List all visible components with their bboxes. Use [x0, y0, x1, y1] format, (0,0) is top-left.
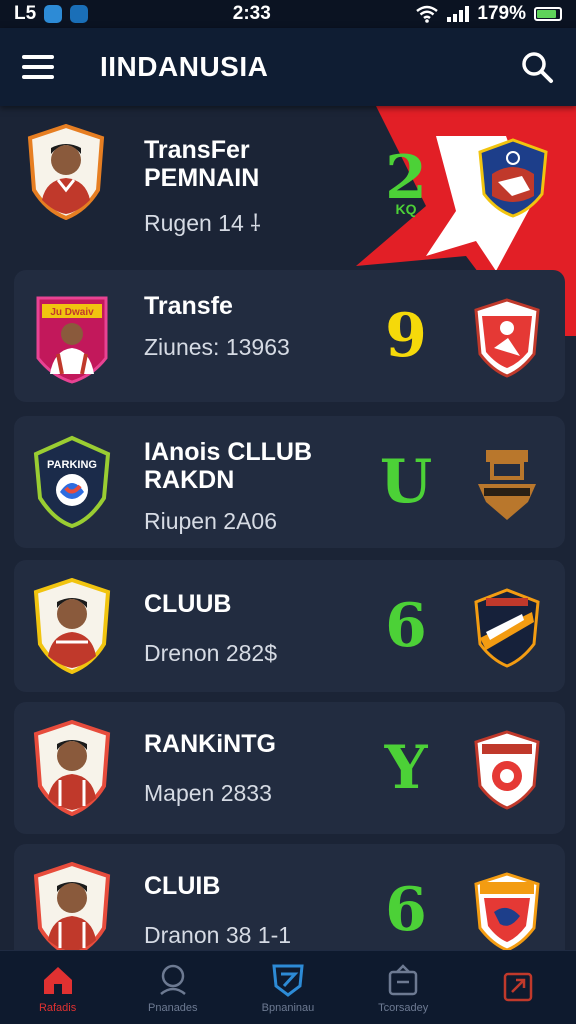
notification-app-icon: [44, 5, 63, 23]
card-meta: Mapen 2833: [144, 780, 272, 806]
nav-label: Pnanades: [148, 1001, 198, 1014]
status-bar: L5 2:33 179%: [0, 0, 576, 28]
club-crest-icon[interactable]: [472, 444, 542, 524]
player-avatar: [33, 720, 111, 816]
card-title: CLUIB: [144, 872, 221, 900]
card-title: TransFer PEMNAIN: [144, 136, 260, 192]
card-meta: Riupen 2A06: [144, 508, 277, 534]
rank-number: 2 KQ: [376, 146, 436, 216]
battery-icon: [533, 7, 562, 21]
card-texts: CLUUB Drenon 282$: [144, 590, 364, 667]
card-texts: CLUIB Dranon 38 1-1: [144, 872, 364, 949]
card-meta: Dranon 38 1-1: [144, 922, 292, 948]
rank-number: U: [379, 447, 433, 517]
rank-number: Y: [384, 733, 428, 803]
club-shield-icon: [272, 964, 304, 997]
ranking-list[interactable]: TransFer PEMNAIN Rugen 14 ⸸ 2 KQ Ju Dwai…: [0, 106, 576, 950]
nav-item-transfer[interactable]: [468, 968, 568, 1008]
club-crest-icon[interactable]: [472, 872, 542, 950]
signal-icon: [447, 6, 470, 22]
card-texts: RANKiNTG Mapen 2833: [144, 730, 364, 807]
bag-icon: [388, 963, 418, 995]
player-avatar: Ju Dwaiv: [36, 296, 108, 384]
app-bar: IINDANUSIA: [0, 28, 576, 106]
transfer-card[interactable]: TransFer PEMNAIN Rugen 14 ⸸ 2 KQ: [0, 106, 576, 238]
home-icon: [43, 966, 72, 994]
card-title: CLUUB: [144, 590, 232, 618]
badge-label: PARKING: [47, 459, 97, 471]
battery-percent: 179%: [477, 3, 526, 24]
card-meta: Ziunes: 13963: [144, 334, 290, 360]
club-card[interactable]: PARKING IAnois CLLUB RAKDN Riupen 2A06 U: [14, 416, 565, 548]
card-texts: TransFer PEMNAIN Rugen 14 ⸸: [144, 136, 364, 238]
status-right: 179%: [415, 3, 562, 25]
club-crest-icon[interactable]: [472, 298, 542, 378]
nav-item-search[interactable]: Pnanades: [123, 962, 223, 1014]
search-icon: [159, 964, 186, 995]
club-card[interactable]: CLUUB Drenon 282$ 6: [14, 560, 565, 692]
nav-item-shop[interactable]: Tcorsadey: [353, 962, 453, 1014]
bottom-nav: Rafadis Pnanades Bpnaninau Tcorsadey: [0, 950, 576, 1024]
search-icon[interactable]: [520, 50, 554, 84]
club-crest-icon[interactable]: [472, 588, 542, 668]
card-title: IAnois CLLUB RAKDN: [144, 438, 313, 494]
club-card[interactable]: CLUIB Dranon 38 1-1 6: [14, 844, 565, 950]
club-crest-icon[interactable]: [478, 138, 548, 218]
transfer-icon: [504, 972, 533, 1001]
card-meta: Rugen 14 ⸸: [144, 210, 261, 236]
frame-label: Ju Dwaiv: [50, 307, 94, 318]
card-texts: IAnois CLLUB RAKDN Riupen 2A06: [144, 438, 364, 535]
app-title: IINDANUSIA: [100, 51, 269, 82]
nav-label: Bpnaninau: [261, 1001, 315, 1014]
nav-item-home[interactable]: Rafadis: [8, 962, 108, 1014]
status-left: L5: [14, 3, 89, 25]
player-avatar: [33, 862, 111, 950]
transfer-card[interactable]: Ju Dwaiv Transfe Ziunes: 13963 9: [14, 270, 565, 402]
club-crest-icon[interactable]: [472, 730, 542, 810]
player-avatar: [33, 578, 111, 674]
wifi-icon: [416, 5, 439, 23]
ranking-card[interactable]: RANKiNTG Mapen 2833 Y: [14, 702, 565, 834]
player-avatar: [27, 124, 105, 220]
rank-number: 6: [385, 591, 427, 661]
notification-messenger-icon: [70, 5, 89, 23]
rank-number: 6: [385, 875, 427, 945]
card-meta: Drenon 282$: [144, 640, 277, 666]
status-time: 2:33: [232, 3, 271, 24]
nav-label: Rafadis: [38, 1001, 77, 1014]
nav-label: Tcorsadey: [378, 1001, 429, 1014]
card-title: Transfe: [144, 292, 233, 320]
club-badge-icon: PARKING: [33, 435, 111, 529]
battery-fill: [536, 10, 556, 18]
carrier-label: L5: [14, 3, 37, 24]
card-title: RANKiNTG: [144, 730, 276, 758]
nav-item-club[interactable]: Bpnaninau: [238, 962, 338, 1014]
card-texts: Transfe Ziunes: 13963: [144, 292, 364, 361]
rank-number: 9: [385, 301, 427, 371]
menu-icon[interactable]: [22, 55, 54, 79]
